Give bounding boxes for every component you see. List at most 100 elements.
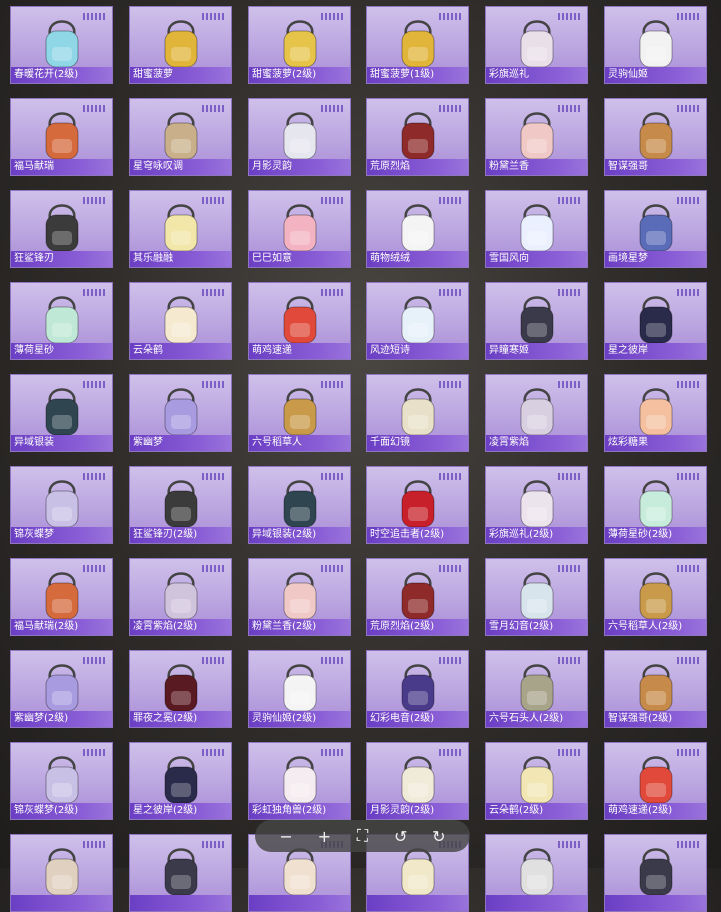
backpack-card[interactable] [129,834,232,912]
backpack-card[interactable]: 时空追击者(2级) [366,466,469,544]
backpack-card[interactable]: 月影灵韵(2级) [366,742,469,820]
backpack-card[interactable]: 粉黛兰香(2级) [248,558,351,636]
backpack-name: 薄荷星砂(2级) [605,527,706,543]
backpack-card[interactable]: 风迹短诗 [366,282,469,360]
backpack-name: 萌鸡速递 [249,343,350,359]
backpack-card[interactable]: 狂鲨锋刃(2级) [129,466,232,544]
backpack-name: 云朵鹤(2级) [486,803,587,819]
backpack-icon [45,112,78,160]
zoom-out-icon[interactable]: − [275,825,297,847]
backpack-card[interactable]: 千面幻镜 [366,374,469,452]
backpack-name [605,895,706,911]
backpack-card[interactable]: 凌霄紫焰 [485,374,588,452]
backpack-icon [164,112,197,160]
backpack-name: 雪月幻音(2级) [486,619,587,635]
backpack-icon [520,480,553,528]
backpack-card[interactable]: 灵驹仙姬 [604,6,707,84]
backpack-card[interactable]: 异瞳寒姬 [485,282,588,360]
backpack-card[interactable]: 锦灰蝶梦 [10,466,113,544]
backpack-card[interactable]: 异域银装 [10,374,113,452]
backpack-card[interactable]: 星之彼岸 [604,282,707,360]
backpack-name: 智谋强哥 [605,159,706,175]
backpack-card[interactable]: 薄荷星砂(2级) [604,466,707,544]
backpack-card[interactable]: 星之彼岸(2级) [129,742,232,820]
backpack-name: 时空追击者(2级) [367,527,468,543]
backpack-name: 智谋强哥(2级) [605,711,706,727]
backpack-name: 凌霄紫焰 [486,435,587,451]
backpack-card[interactable]: 狂鲨锋刃 [10,190,113,268]
backpack-card[interactable]: 彩旗巡礼(2级) [485,466,588,544]
backpack-card[interactable]: 巳巳如意 [248,190,351,268]
backpack-card[interactable]: 紫幽梦 [129,374,232,452]
backpack-card[interactable]: 罪夜之冕(2级) [129,650,232,728]
backpack-card[interactable]: 六号石头人(2级) [485,650,588,728]
backpack-card[interactable]: 甜蜜菠萝(1级) [366,6,469,84]
backpack-card[interactable]: 紫幽梦(2级) [10,650,113,728]
backpack-card[interactable]: 粉黛兰香 [485,98,588,176]
backpack-icon [164,204,197,252]
backpack-card[interactable]: 荒原烈焰 [366,98,469,176]
backpack-name: 萌鸡速递(2级) [605,803,706,819]
backpack-card[interactable]: 智谋强哥 [604,98,707,176]
backpack-icon [639,480,672,528]
backpack-card[interactable]: 其乐融融 [129,190,232,268]
backpack-card[interactable]: 云朵鹤(2级) [485,742,588,820]
backpack-card[interactable]: 智谋强哥(2级) [604,650,707,728]
backpack-name: 月影灵韵 [249,159,350,175]
rotate-left-icon[interactable]: ↺ [390,825,412,847]
backpack-card[interactable] [485,834,588,912]
backpack-card[interactable]: 六号稻草人(2级) [604,558,707,636]
backpack-card[interactable]: 荒原烈焰(2级) [366,558,469,636]
backpack-card[interactable] [10,834,113,912]
backpack-card[interactable]: 彩虹独角兽(2级) [248,742,351,820]
backpack-card[interactable]: 萌鸡速递 [248,282,351,360]
backpack-card[interactable]: 甜蜜菠萝 [129,6,232,84]
backpack-card[interactable]: 雪月幻音(2级) [485,558,588,636]
backpack-icon [520,296,553,344]
backpack-card[interactable]: 锦灰蝶梦(2级) [10,742,113,820]
backpack-name: 罪夜之冕(2级) [130,711,231,727]
backpack-card[interactable]: 云朵鹤 [129,282,232,360]
backpack-name [367,895,468,911]
backpack-card[interactable]: 福马献瑞 [10,98,113,176]
backpack-card[interactable]: 灵驹仙姬(2级) [248,650,351,728]
backpack-icon [283,664,316,712]
backpack-card[interactable]: 炫彩糖果 [604,374,707,452]
backpack-card[interactable]: 画境星梦 [604,190,707,268]
backpack-card[interactable] [604,834,707,912]
backpack-name: 六号石头人(2级) [486,711,587,727]
backpack-card[interactable]: 星穹咏叹调 [129,98,232,176]
backpack-icon [164,480,197,528]
fullscreen-icon[interactable]: ⛶ [351,825,373,847]
backpack-card[interactable]: 月影灵韵 [248,98,351,176]
backpack-card[interactable]: 凌霄紫焰(2级) [129,558,232,636]
backpack-name: 星之彼岸(2级) [130,803,231,819]
backpack-card[interactable]: 彩旗巡礼 [485,6,588,84]
backpack-icon [639,848,672,896]
backpack-icon [45,296,78,344]
backpack-icon [45,204,78,252]
backpack-card[interactable]: 幻彩电音(2级) [366,650,469,728]
backpack-icon [283,204,316,252]
backpack-name: 异瞳寒姬 [486,343,587,359]
backpack-card[interactable]: 萌鸡速递(2级) [604,742,707,820]
backpack-card[interactable]: 福马献瑞(2级) [10,558,113,636]
backpack-card[interactable]: 薄荷星砂 [10,282,113,360]
backpack-icon [639,204,672,252]
backpack-name: 彩旗巡礼 [486,67,587,83]
backpack-icon [164,388,197,436]
backpack-card[interactable]: 六号稻草人 [248,374,351,452]
backpack-card[interactable]: 春暖花开(2级) [10,6,113,84]
backpack-name: 彩旗巡礼(2级) [486,527,587,543]
backpack-card[interactable]: 甜蜜菠萝(2级) [248,6,351,84]
zoom-in-icon[interactable]: + [313,825,335,847]
backpack-icon [520,664,553,712]
backpack-name: 六号稻草人(2级) [605,619,706,635]
backpack-name [130,895,231,911]
backpack-name: 月影灵韵(2级) [367,803,468,819]
backpack-card[interactable]: 异域银装(2级) [248,466,351,544]
backpack-card[interactable]: 萌物绒绒 [366,190,469,268]
rotate-right-icon[interactable]: ↻ [428,825,450,847]
backpack-name: 异域银装(2级) [249,527,350,543]
backpack-card[interactable]: 雪国风向 [485,190,588,268]
